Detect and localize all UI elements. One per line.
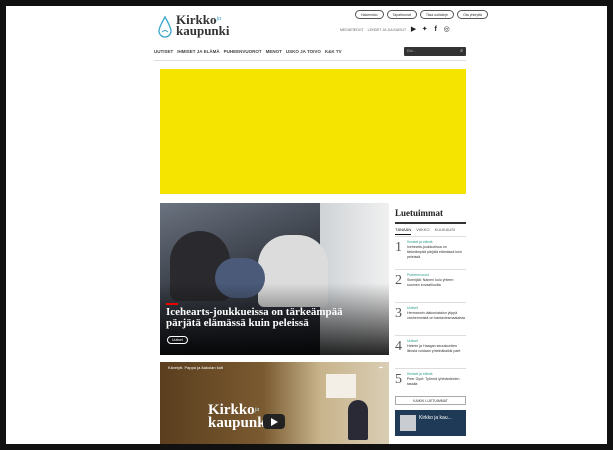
item-number: 2 [395,273,402,288]
tab-viikko[interactable]: VIIKKO [416,227,429,235]
logo-line2: kaupunki [176,23,230,38]
video-logo-sup: ja [254,407,260,413]
item-category[interactable]: Ihmiset ja elämä [407,372,432,376]
hero-tag[interactable]: Uutiset [167,336,188,344]
share-icon[interactable]: ➦ [379,365,383,371]
most-read-sidebar: Luetuimmat TÄNÄÄN VIIKKO KUUKAUSI 1 Ihmi… [395,208,466,436]
link-mediatiedot[interactable]: MEDIATIEDOT [340,28,364,32]
video-logo: Kirkkoja kaupunki [208,403,270,431]
item-category[interactable]: Uutiset [407,306,418,310]
more-most-read-button[interactable]: KAIKKI LUETUIMMAT [395,396,466,405]
list-item[interactable]: 5 Ihmiset ja elämä Peer Gynt: Työrmä lyh… [395,368,466,394]
item-text[interactable]: Hermannin diakoniatalon ylippä vanhemmis… [407,311,465,321]
list-item[interactable]: 1 Ihmiset ja elämä Icehearts-joukkueissa… [395,236,466,268]
video-player[interactable]: Kävelytt. Pappa ja Aakolan koti ➦ Kirkko… [160,362,389,444]
nav-item-ihmiset[interactable]: IHMISET JA ELÄMÄ [177,49,219,54]
item-text[interactable]: Svenijää: Nainen kulu yhteen suomen kova… [407,278,465,288]
list-item[interactable]: 4 Uutiset Helmin ja Haagan seurakuntien … [395,335,466,367]
pill-yhteys[interactable]: Ota yhteyttä [457,10,488,19]
item-text[interactable]: Peer Gynt: Työrmä lyhtnäoteiden tasalla [407,377,465,387]
item-category[interactable]: Puheenvuorot [407,273,429,277]
video-title[interactable]: Kävelytt. Pappa ja Aakolan koti [168,365,223,370]
browser-page: Kirkkoja kaupunki Hakemisto Tapahtumat T… [6,6,607,444]
pill-tapahtumat[interactable]: Tapahtumat [386,10,417,19]
nav-item-menot[interactable]: MENOT [266,49,282,54]
pill-tilaa[interactable]: Tilaa uutiskirje [419,10,455,19]
item-number: 4 [395,339,402,354]
tab-tanaan[interactable]: TÄNÄÄN [395,227,412,235]
tab-kuukausi[interactable]: KUUKAUSI [435,227,455,235]
item-number: 3 [395,306,402,321]
logo-sup: ja [216,16,222,22]
search-input[interactable]: Etsi... ⌕ [404,47,466,56]
twitter-icon[interactable]: ✦ [421,26,428,33]
youtube-icon[interactable]: ▶ [410,26,417,33]
pill-hakemisto[interactable]: Hakemisto [355,10,384,19]
site-logo[interactable]: Kirkkoja kaupunki [158,12,238,44]
advertisement-banner[interactable] [160,69,466,194]
nav-item-puheenvuorot[interactable]: PUHEENVUOROT [224,49,262,54]
search-icon[interactable]: ⌕ [460,48,463,54]
drop-logo-icon [158,16,172,38]
search-placeholder: Etsi... [407,49,416,53]
item-number: 1 [395,240,402,255]
facebook-icon[interactable]: f [432,26,439,33]
subtop-links: MEDIATIEDOT LEHDET JA JULKAISUT ▶ ✦ f ◎ [340,26,450,33]
hero-article[interactable]: Icehearts-joukkueissa on tärkeämpää pärj… [160,203,389,355]
video-image-window [326,374,356,398]
nav-item-uutiset[interactable]: UUTISET [154,49,173,54]
video-logo-line2: kaupunki [208,415,270,431]
item-text[interactable]: Icehearts-joukkueissa on tärkeämpää pärj… [407,245,465,260]
thumbnail-title[interactable]: Kirkko ja kau... [419,415,452,421]
play-button[interactable] [263,414,285,429]
sidebar-title: Luetuimmat [395,208,443,218]
nav-item-usko[interactable]: USKO JA TOIVO [286,49,321,54]
sidebar-rule [395,222,466,224]
video-image-person [348,400,368,440]
top-pill-links: Hakemisto Tapahtumat Tilaa uutiskirje Ot… [355,10,488,19]
list-item[interactable]: 2 Puheenvuorot Svenijää: Nainen kulu yht… [395,269,466,301]
sidebar-tabs: TÄNÄÄN VIIKKO KUUKAUSI [395,227,466,235]
item-text[interactable]: Helmin ja Haagan seurakuntien liitosta v… [407,344,465,354]
thumbnail-image [400,415,416,431]
main-nav: UUTISET IHMISET JA ELÄMÄ PUHEENVUOROT ME… [154,49,342,54]
item-category[interactable]: Uutiset [407,339,418,343]
item-category[interactable]: Ihmiset ja elämä [407,240,432,244]
link-lehdet[interactable]: LEHDET JA JULKAISUT [368,28,406,32]
instagram-icon[interactable]: ◎ [443,26,450,33]
item-number: 5 [395,372,402,387]
nav-item-kktv[interactable]: K&K TV [325,49,342,54]
nav-divider [154,60,466,61]
hero-accent-bar [166,303,178,305]
logo-wordmark: Kirkkoja kaupunki [176,13,230,38]
hero-title[interactable]: Icehearts-joukkueissa on tärkeämpää pärj… [166,307,376,329]
list-item[interactable]: 3 Uutiset Hermannin diakoniatalon ylippä… [395,302,466,334]
video-thumbnail-card[interactable]: Kirkko ja kau... [395,410,466,436]
